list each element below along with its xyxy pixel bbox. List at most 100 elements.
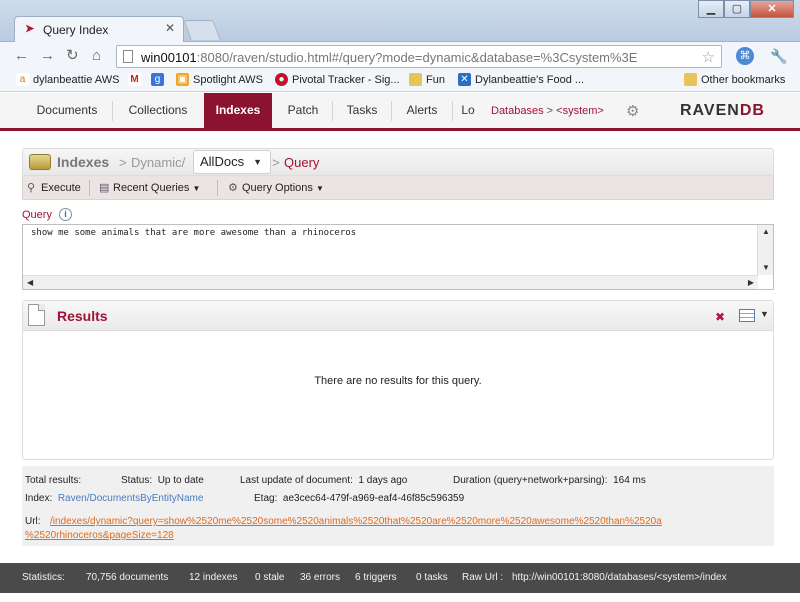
bookmark-google[interactable]: g — [151, 73, 168, 86]
total-results-label: Total results: — [25, 475, 82, 486]
command-divider — [217, 180, 218, 196]
statistics-label: Statistics: — [22, 572, 65, 583]
results-title: Results — [57, 308, 108, 324]
bookmark-gmail[interactable]: M — [128, 73, 145, 86]
query-url-link[interactable]: /indexes/dynamic?query=show%2520me%2520s… — [50, 516, 662, 527]
page-header: Indexes > Dynamic/ AllDocs ▼ > Query — [22, 148, 774, 176]
scroll-up-icon[interactable]: ▲ — [762, 227, 770, 236]
errors-count[interactable]: 36 errors — [300, 572, 340, 583]
query-options-button[interactable]: ⚙ Query Options ▼ — [228, 181, 324, 194]
breadcrumb-separator: > — [119, 155, 127, 170]
bookmark-food[interactable]: ✕ Dylanbeattie's Food ... — [458, 73, 584, 86]
amazon-icon: a — [16, 73, 29, 86]
scroll-right-icon[interactable]: ▶ — [748, 278, 754, 287]
query-editor[interactable]: show me some animals that are more aweso… — [22, 224, 774, 290]
delete-documents-icon[interactable]: ✖ — [715, 310, 725, 324]
recent-queries-button[interactable]: ▤ Recent Queries ▼ — [99, 181, 200, 194]
folder-icon — [409, 73, 422, 86]
nav-collections[interactable]: Collections — [113, 93, 203, 128]
index-link[interactable]: Raven/DocumentsByEntityName — [58, 493, 204, 504]
page-icon — [123, 50, 133, 63]
chevron-down-icon: ▼ — [192, 184, 201, 193]
bookmark-dylanbeattie-aws[interactable]: a dylanbeattie AWS — [16, 73, 119, 86]
back-arrow-icon[interactable]: ← — [14, 47, 29, 65]
breadcrumb-query: Query — [284, 155, 320, 170]
bookmark-folder-fun[interactable]: Fun — [409, 73, 445, 86]
databases-link[interactable]: Databases — [491, 105, 544, 117]
new-tab-button[interactable] — [183, 20, 221, 40]
indexes-count[interactable]: 12 indexes — [189, 572, 237, 583]
nav-documents[interactable]: Documents — [22, 93, 112, 128]
bookmark-star-icon[interactable]: ☆ — [702, 48, 715, 66]
current-database-link[interactable]: <system> — [556, 105, 604, 117]
query-status-panel: Total results: Status: Up to date Last u… — [22, 466, 774, 546]
reload-icon[interactable]: ↻ — [66, 47, 79, 65]
tab-close-icon[interactable]: ✕ — [165, 21, 175, 35]
chevron-down-icon: ▼ — [315, 184, 324, 193]
duration-info: Duration (query+network+parsing): 164 ms — [453, 475, 646, 486]
index-info: Index: Raven/DocumentsByEntityName — [25, 493, 204, 504]
execute-icon: ⚲ — [27, 182, 36, 194]
breadcrumb-separator: > — [272, 155, 280, 170]
window-controls: ▁ ▢ ✕ — [698, 0, 794, 18]
no-results-message: There are no results for this query. — [314, 375, 482, 387]
nav-alerts[interactable]: Alerts — [392, 93, 452, 128]
browser-tab[interactable]: ➤ Query Index ✕ — [14, 16, 184, 42]
aws-icon: ▣ — [176, 73, 189, 86]
google-icon: g — [151, 73, 164, 86]
documents-count[interactable]: 70,756 documents — [86, 572, 168, 583]
url-label: Url: — [25, 516, 41, 527]
etag-info: Etag: ae3cec64-479f-a969-eaf4-46f85c5963… — [254, 493, 465, 504]
index-select[interactable]: AllDocs ▼ — [193, 150, 271, 174]
query-horizontal-scrollbar[interactable]: ◀ ▶ — [23, 275, 758, 289]
document-icon — [28, 304, 45, 326]
page-title[interactable]: Indexes — [57, 154, 109, 170]
info-icon[interactable]: i — [59, 208, 72, 221]
forward-arrow-icon[interactable]: → — [40, 47, 55, 65]
query-input[interactable]: show me some animals that are more aweso… — [31, 228, 751, 276]
address-bar[interactable]: win00101:8080/raven/studio.html#/query?m… — [116, 45, 722, 68]
results-panel: Results ✖ ▼ There are no results for thi… — [22, 300, 774, 460]
close-window-button[interactable]: ✕ — [750, 0, 794, 18]
list-view-icon[interactable] — [739, 309, 755, 322]
maximize-button[interactable]: ▢ — [724, 0, 750, 18]
status-label: Status: Up to date — [121, 475, 204, 486]
gear-icon: ⚙ — [228, 182, 238, 194]
database-breadcrumb: Databases > <system> — [491, 105, 604, 117]
tasks-count[interactable]: 0 tasks — [416, 572, 448, 583]
extension-icon[interactable]: ⌘ — [736, 47, 754, 65]
nav-tasks[interactable]: Tasks — [333, 93, 391, 128]
query-url-link-continued[interactable]: %2520rhinoceros&pageSize=128 — [25, 530, 174, 541]
results-header: Results ✖ ▼ — [23, 301, 773, 331]
gear-icon[interactable]: ⚙ — [626, 102, 639, 120]
minimize-button[interactable]: ▁ — [698, 0, 724, 18]
command-divider — [89, 180, 90, 196]
nav-patch[interactable]: Patch — [274, 93, 332, 128]
last-update-info: Last update of document: 1 days ago — [240, 475, 408, 486]
other-bookmarks[interactable]: Other bookmarks — [684, 73, 785, 86]
breadcrumb-separator: > — [546, 105, 554, 117]
execute-button[interactable]: ⚲ Execute — [27, 181, 81, 194]
triggers-count[interactable]: 6 triggers — [355, 572, 397, 583]
query-vertical-scrollbar[interactable]: ▲ ▼ — [757, 225, 773, 275]
nav-logs[interactable]: Lo — [453, 93, 483, 128]
bookmark-spotlight-aws[interactable]: ▣ Spotlight AWS — [176, 73, 263, 86]
bookmark-icon: ✕ — [458, 73, 471, 86]
home-icon[interactable]: ⌂ — [92, 47, 101, 65]
gmail-icon: M — [128, 73, 141, 86]
chevron-down-icon[interactable]: ▼ — [760, 309, 769, 319]
nav-indexes[interactable]: Indexes — [204, 93, 272, 128]
address-url[interactable]: win00101:8080/raven/studio.html#/query?m… — [141, 50, 637, 65]
raw-url-label: Raw Url : — [462, 572, 504, 583]
folder-icon — [684, 73, 697, 86]
bookmarks-bar: a dylanbeattie AWS M g ▣ Spotlight AWS ● Pi… — [0, 70, 800, 92]
scroll-down-icon[interactable]: ▼ — [762, 263, 770, 272]
command-bar: ⚲ Execute ▤ Recent Queries ▼ ⚙ Query Option… — [22, 176, 774, 200]
scroll-left-icon[interactable]: ◀ — [27, 278, 33, 287]
raven-favicon-icon: ➤ — [25, 23, 35, 35]
wrench-icon[interactable]: 🔧 — [770, 48, 787, 65]
chevron-down-icon: ▼ — [253, 157, 262, 167]
raw-url-link[interactable]: http://win00101:8080/databases/<system>/… — [512, 572, 727, 583]
bookmark-pivotal-tracker[interactable]: ● Pivotal Tracker - Sig... — [275, 73, 400, 86]
stale-count[interactable]: 0 stale — [255, 572, 284, 583]
